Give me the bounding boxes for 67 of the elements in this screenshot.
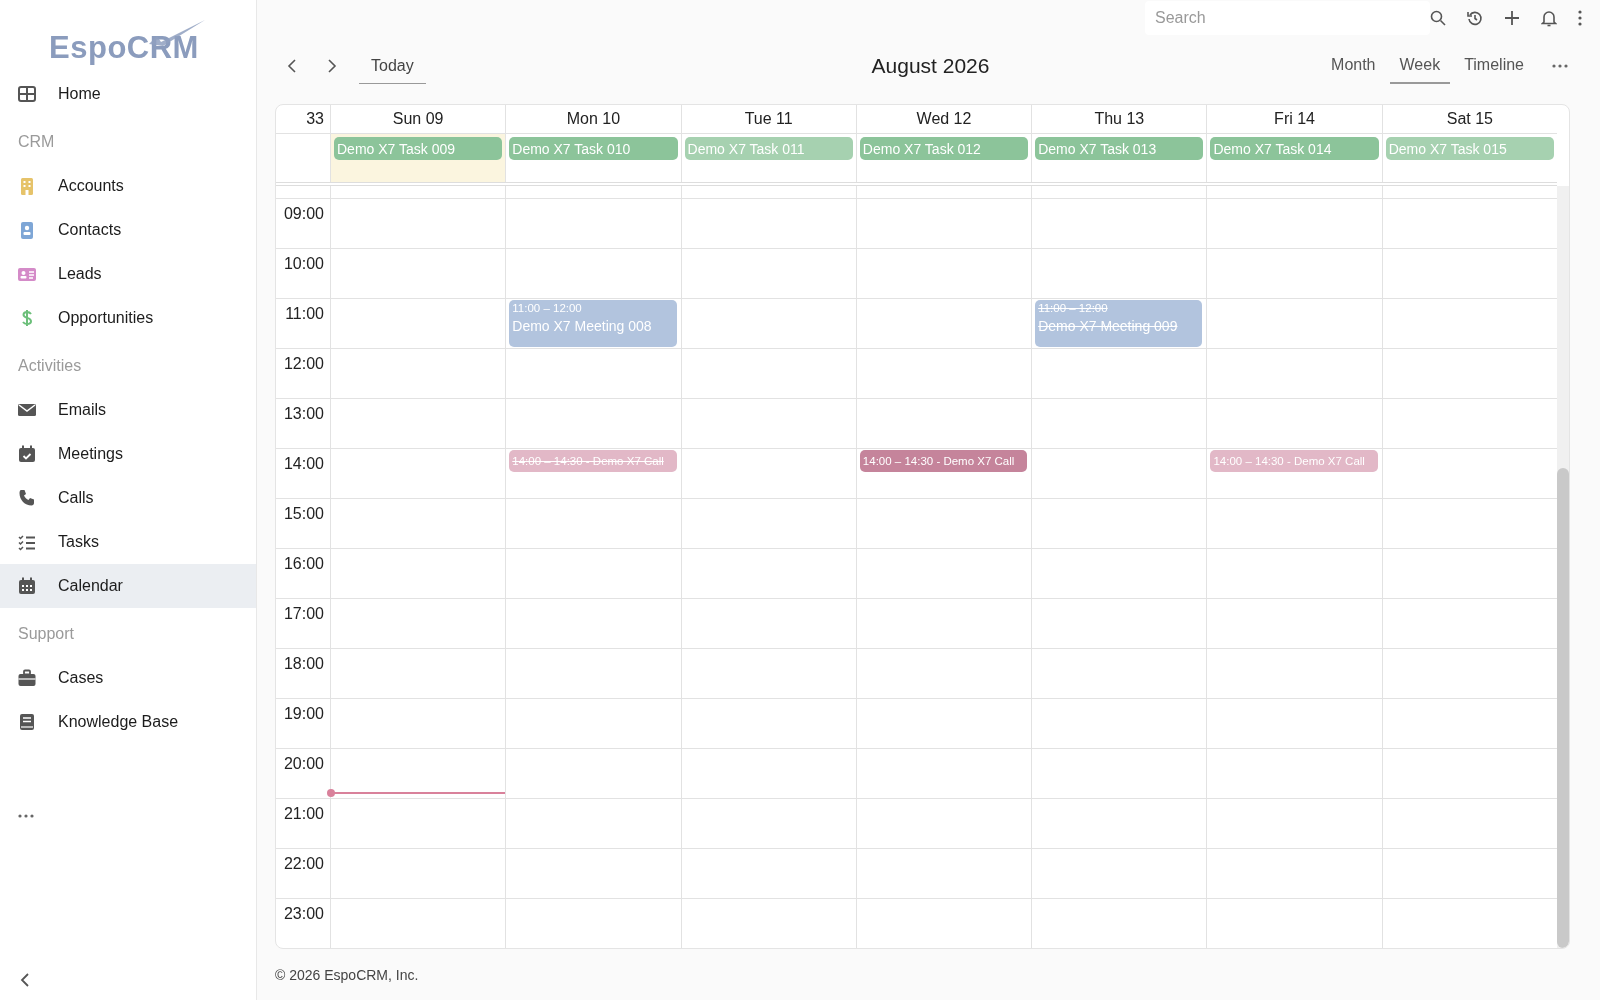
plus-icon[interactable] xyxy=(1504,10,1520,26)
view-tab[interactable]: Week xyxy=(1389,48,1451,84)
sidebar-item[interactable]: Emails xyxy=(0,388,256,432)
chevron-left-icon[interactable] xyxy=(287,58,297,74)
time-label: 12:00 xyxy=(282,354,325,374)
sidebar-item[interactable]: Leads xyxy=(0,252,256,296)
time-label: 19:00 xyxy=(282,704,325,724)
time-label: 22:00 xyxy=(282,854,325,874)
phone-icon xyxy=(18,489,36,507)
chevron-right-icon[interactable] xyxy=(327,58,337,74)
time-label: 16:00 xyxy=(282,554,325,574)
calendar-check-icon xyxy=(18,445,36,463)
time-label: 14:00 xyxy=(282,454,325,474)
day-header: Tue 11 xyxy=(680,105,856,134)
time-label: 15:00 xyxy=(282,504,325,524)
time-label: 13:00 xyxy=(282,404,325,424)
day-header: Mon 10 xyxy=(505,105,681,134)
sidebar-item[interactable]: Meetings xyxy=(0,432,256,476)
copyright-text: © 2026 EspoCRM, Inc. xyxy=(275,966,420,983)
more-icon[interactable] xyxy=(1552,64,1568,68)
history-icon[interactable] xyxy=(1467,10,1483,26)
time-label: 20:00 xyxy=(282,754,325,774)
day-header: Fri 14 xyxy=(1206,105,1382,134)
briefcase-icon xyxy=(18,669,36,687)
scrollbar[interactable] xyxy=(1557,186,1569,948)
grid-icon xyxy=(18,85,36,103)
view-tab[interactable]: Month xyxy=(1321,48,1386,84)
kebab-menu-icon[interactable] xyxy=(1578,10,1582,26)
search-field[interactable]: Search xyxy=(1145,1,1430,35)
sidebar-item[interactable]: Calendar xyxy=(0,564,256,608)
sidebar-item[interactable]: Tasks xyxy=(0,520,256,564)
time-label: 09:00 xyxy=(282,204,325,224)
sidebar-item[interactable]: Contacts xyxy=(0,208,256,252)
checklist-icon xyxy=(18,533,36,551)
calendar-title: August 2026 xyxy=(871,54,990,78)
time-label: 18:00 xyxy=(282,654,325,674)
contact-card-icon xyxy=(18,221,36,239)
time-label: 23:00 xyxy=(282,904,325,924)
search-icon[interactable] xyxy=(1430,10,1446,26)
sidebar-item[interactable]: Home xyxy=(0,72,256,116)
section-header: CRM xyxy=(17,132,56,152)
envelope-icon xyxy=(18,401,36,419)
id-card-icon xyxy=(18,265,36,283)
sidebar-item[interactable]: Calls xyxy=(0,476,256,520)
section-header: Support xyxy=(17,624,76,644)
scrollbar-thumb[interactable] xyxy=(1557,467,1569,948)
bell-icon[interactable] xyxy=(1541,9,1557,27)
day-header: Wed 12 xyxy=(855,105,1032,134)
book-icon xyxy=(18,713,36,731)
time-label: 17:00 xyxy=(282,604,325,624)
sidebar-item[interactable]: Cases xyxy=(0,656,256,700)
time-label: 11:00 xyxy=(284,304,325,324)
view-tab[interactable]: Timeline xyxy=(1454,48,1534,84)
calendar-icon xyxy=(18,577,36,595)
time-label: 10:00 xyxy=(282,254,325,274)
sidebar-item[interactable]: Accounts xyxy=(0,164,256,208)
time-label: 21:00 xyxy=(282,804,325,824)
day-header: Thu 13 xyxy=(1031,105,1207,134)
more-icon[interactable] xyxy=(18,814,34,818)
today-button[interactable]: Today xyxy=(359,48,426,84)
building-icon xyxy=(18,177,36,195)
week-number: 33 xyxy=(276,105,330,134)
section-header: Activities xyxy=(17,356,83,376)
chevron-left-icon[interactable] xyxy=(20,972,30,988)
sidebar-item[interactable]: Opportunities xyxy=(0,296,256,340)
sidebar-item[interactable]: Knowledge Base xyxy=(0,700,256,744)
day-header: Sat 15 xyxy=(1381,105,1557,134)
